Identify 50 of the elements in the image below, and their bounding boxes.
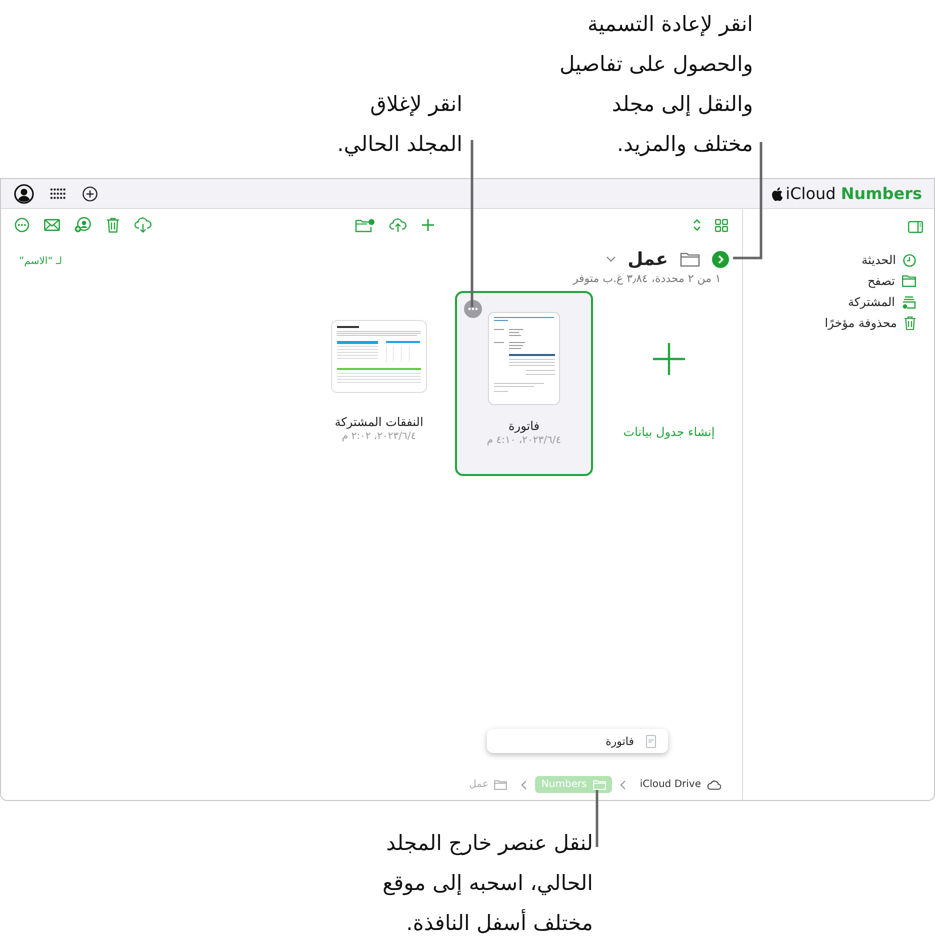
chevron-icon xyxy=(620,780,626,790)
folder-icon xyxy=(494,780,508,790)
cloud-upload-icon[interactable] xyxy=(389,217,407,233)
document-title: فاتورة xyxy=(508,419,540,433)
folder-status: ١ من ٢ محددة، ٣٫٨٤ غ.ب متوفر xyxy=(572,272,721,285)
cloud-download-icon[interactable] xyxy=(134,217,152,233)
callout-text: انقر لإغلاق المجلد الحالي. xyxy=(337,91,462,158)
grid-view-icon[interactable] xyxy=(715,218,728,232)
mail-icon[interactable] xyxy=(44,219,60,231)
brand-name: iCloud xyxy=(786,184,836,203)
account-icon[interactable] xyxy=(14,184,34,204)
breadcrumb-item[interactable]: iCloud Drive xyxy=(634,776,727,793)
sidebar-item[interactable]: الحديثة xyxy=(862,253,916,267)
shared-folder-icon xyxy=(902,295,916,309)
sidebar-item[interactable]: محذوفة مؤخرًا xyxy=(824,316,916,330)
sidebar-toggle-icon[interactable] xyxy=(908,221,923,233)
more-button-icon[interactable] xyxy=(464,300,482,318)
trash-icon xyxy=(904,316,916,330)
collaborate-icon[interactable] xyxy=(74,217,92,233)
cloud-icon xyxy=(707,780,721,790)
plus-icon[interactable] xyxy=(421,218,435,232)
document-icon xyxy=(646,734,656,748)
document-date: ٢٠٢٣/٦/٤، ٤:١٠ م xyxy=(486,435,562,446)
more-icon[interactable] xyxy=(14,217,30,233)
folder-icon xyxy=(902,275,916,287)
chevron-icon xyxy=(521,780,528,790)
apple-logo-icon xyxy=(770,186,783,200)
callout-text: انقر لإعادة التسمية والحصول على تفاصيل والنقل إلى مجلد مختلف والمزيد. xyxy=(559,11,753,158)
trash-icon[interactable] xyxy=(106,217,120,233)
sort-icon[interactable] xyxy=(693,219,701,231)
folder-icon xyxy=(592,780,606,790)
app-name: Numbers xyxy=(840,184,922,203)
apps-grid-icon[interactable] xyxy=(50,188,66,200)
document-title: النفقات المشتركة xyxy=(334,415,424,429)
create-plus-icon[interactable] xyxy=(653,343,685,375)
dropdown-chevron-icon[interactable] xyxy=(606,256,616,263)
leader-line xyxy=(596,790,598,847)
selected-document-tile[interactable]: فاتورة ٢٠٢٣/٦/٤، ٤:١٠ م xyxy=(455,291,593,476)
clock-icon xyxy=(903,254,916,266)
new-folder-icon[interactable] xyxy=(355,218,375,232)
folder-title: عمل xyxy=(628,249,668,270)
drag-preview[interactable]: فاتورة xyxy=(487,729,668,753)
document-tile[interactable]: النفقات المشتركة ٢٠٢٣/٦/٤، ٢:٠٢ م xyxy=(310,291,448,476)
document-date: ٢٠٢٣/٦/٤، ٢:٠٢ م xyxy=(342,431,416,442)
callout-text: لنقل عنصر خارج المجلد الحالي، اسحبه إلى موقع مختلف أسفل النافذة. xyxy=(382,830,593,937)
sidebar-item[interactable]: المشتركة xyxy=(848,295,916,309)
sidebar-item[interactable]: تصفح xyxy=(867,274,916,288)
chevron-button-icon[interactable] xyxy=(712,251,729,268)
folder-icon xyxy=(680,252,700,267)
add-icon[interactable] xyxy=(82,186,98,202)
